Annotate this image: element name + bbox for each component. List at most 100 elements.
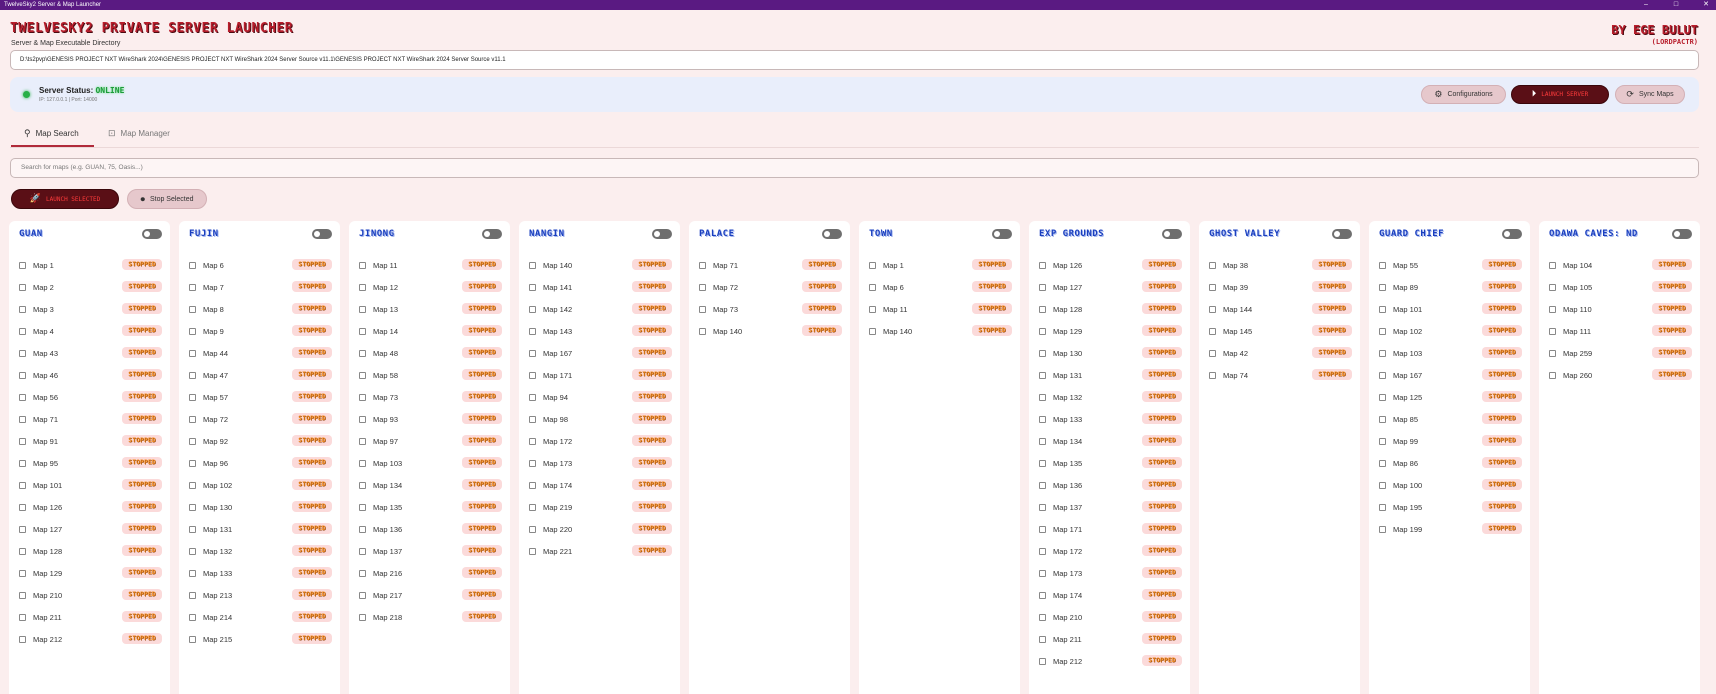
- map-checkbox[interactable]: [699, 283, 706, 291]
- map-checkbox[interactable]: [1039, 657, 1046, 665]
- map-checkbox[interactable]: [189, 261, 196, 269]
- map-checkbox[interactable]: [1209, 305, 1216, 313]
- map-checkbox[interactable]: [19, 503, 26, 511]
- map-checkbox[interactable]: [529, 459, 536, 467]
- map-checkbox[interactable]: [19, 437, 26, 445]
- map-checkbox[interactable]: [19, 283, 26, 291]
- map-checkbox[interactable]: [189, 459, 196, 467]
- map-checkbox[interactable]: [359, 591, 366, 599]
- map-checkbox[interactable]: [529, 371, 536, 379]
- map-checkbox[interactable]: [359, 327, 366, 335]
- map-checkbox[interactable]: [1039, 591, 1046, 599]
- map-checkbox[interactable]: [529, 503, 536, 511]
- map-checkbox[interactable]: [359, 525, 366, 533]
- zone-toggle[interactable]: [1332, 229, 1352, 239]
- zone-toggle[interactable]: [652, 229, 672, 239]
- map-checkbox[interactable]: [529, 415, 536, 423]
- tab-map-manager[interactable]: ⊡ Map Manager: [108, 129, 170, 139]
- zone-toggle[interactable]: [1502, 229, 1522, 239]
- map-checkbox[interactable]: [19, 305, 26, 313]
- map-checkbox[interactable]: [529, 437, 536, 445]
- map-checkbox[interactable]: [359, 349, 366, 357]
- map-checkbox[interactable]: [1379, 371, 1386, 379]
- map-checkbox[interactable]: [359, 415, 366, 423]
- map-checkbox[interactable]: [359, 459, 366, 467]
- map-checkbox[interactable]: [1039, 437, 1046, 445]
- zone-toggle[interactable]: [1672, 229, 1692, 239]
- map-checkbox[interactable]: [359, 393, 366, 401]
- map-checkbox[interactable]: [189, 569, 196, 577]
- map-checkbox[interactable]: [189, 635, 196, 643]
- map-checkbox[interactable]: [19, 327, 26, 335]
- map-checkbox[interactable]: [189, 437, 196, 445]
- zone-toggle[interactable]: [142, 229, 162, 239]
- map-checkbox[interactable]: [189, 371, 196, 379]
- launch-server-button[interactable]: ⏵ LAUNCH SERVER: [1511, 85, 1609, 104]
- map-checkbox[interactable]: [1549, 371, 1556, 379]
- map-checkbox[interactable]: [699, 327, 706, 335]
- minimize-icon[interactable]: –: [1642, 0, 1650, 10]
- map-checkbox[interactable]: [1039, 327, 1046, 335]
- map-checkbox[interactable]: [1379, 349, 1386, 357]
- map-checkbox[interactable]: [359, 481, 366, 489]
- map-checkbox[interactable]: [1379, 305, 1386, 313]
- map-checkbox[interactable]: [359, 305, 366, 313]
- map-checkbox[interactable]: [529, 327, 536, 335]
- map-checkbox[interactable]: [19, 569, 26, 577]
- map-checkbox[interactable]: [1549, 349, 1556, 357]
- map-checkbox[interactable]: [529, 349, 536, 357]
- map-checkbox[interactable]: [19, 547, 26, 555]
- map-checkbox[interactable]: [19, 635, 26, 643]
- stop-selected-button[interactable]: ⏺ Stop Selected: [127, 189, 207, 209]
- map-checkbox[interactable]: [1039, 459, 1046, 467]
- zone-toggle[interactable]: [822, 229, 842, 239]
- map-checkbox[interactable]: [359, 547, 366, 555]
- map-checkbox[interactable]: [529, 283, 536, 291]
- map-checkbox[interactable]: [1379, 283, 1386, 291]
- map-checkbox[interactable]: [1039, 371, 1046, 379]
- map-checkbox[interactable]: [1039, 569, 1046, 577]
- map-checkbox[interactable]: [1379, 459, 1386, 467]
- map-checkbox[interactable]: [1549, 261, 1556, 269]
- tab-map-search[interactable]: ⚲ Map Search: [24, 129, 79, 139]
- map-checkbox[interactable]: [19, 415, 26, 423]
- map-checkbox[interactable]: [19, 393, 26, 401]
- map-checkbox[interactable]: [359, 261, 366, 269]
- directory-path-input[interactable]: D:\ts2pvp\GENESIS PROJECT NXT WireShark …: [10, 50, 1699, 70]
- map-checkbox[interactable]: [359, 437, 366, 445]
- zone-toggle[interactable]: [1162, 229, 1182, 239]
- map-checkbox[interactable]: [189, 481, 196, 489]
- map-checkbox[interactable]: [869, 261, 876, 269]
- map-checkbox[interactable]: [1209, 327, 1216, 335]
- map-checkbox[interactable]: [1039, 503, 1046, 511]
- map-checkbox[interactable]: [19, 371, 26, 379]
- map-checkbox[interactable]: [189, 349, 196, 357]
- map-checkbox[interactable]: [19, 591, 26, 599]
- map-checkbox[interactable]: [189, 503, 196, 511]
- map-checkbox[interactable]: [359, 569, 366, 577]
- map-checkbox[interactable]: [19, 525, 26, 533]
- map-checkbox[interactable]: [19, 459, 26, 467]
- map-checkbox[interactable]: [1209, 349, 1216, 357]
- zone-toggle[interactable]: [482, 229, 502, 239]
- map-checkbox[interactable]: [1549, 283, 1556, 291]
- map-checkbox[interactable]: [1039, 613, 1046, 621]
- map-checkbox[interactable]: [1379, 437, 1386, 445]
- map-checkbox[interactable]: [1379, 393, 1386, 401]
- map-checkbox[interactable]: [359, 283, 366, 291]
- map-checkbox[interactable]: [529, 547, 536, 555]
- configurations-button[interactable]: ⚙ Configurations: [1421, 85, 1506, 104]
- zone-toggle[interactable]: [312, 229, 332, 239]
- map-checkbox[interactable]: [1039, 525, 1046, 533]
- map-checkbox[interactable]: [869, 327, 876, 335]
- sync-maps-button[interactable]: ⟳ Sync Maps: [1615, 85, 1685, 104]
- map-checkbox[interactable]: [19, 481, 26, 489]
- launch-selected-button[interactable]: 🚀 LAUNCH SELECTED: [11, 189, 119, 209]
- map-checkbox[interactable]: [189, 525, 196, 533]
- map-checkbox[interactable]: [189, 415, 196, 423]
- zone-toggle[interactable]: [992, 229, 1012, 239]
- map-checkbox[interactable]: [189, 393, 196, 401]
- map-checkbox[interactable]: [1209, 261, 1216, 269]
- map-checkbox[interactable]: [1379, 525, 1386, 533]
- map-checkbox[interactable]: [1039, 547, 1046, 555]
